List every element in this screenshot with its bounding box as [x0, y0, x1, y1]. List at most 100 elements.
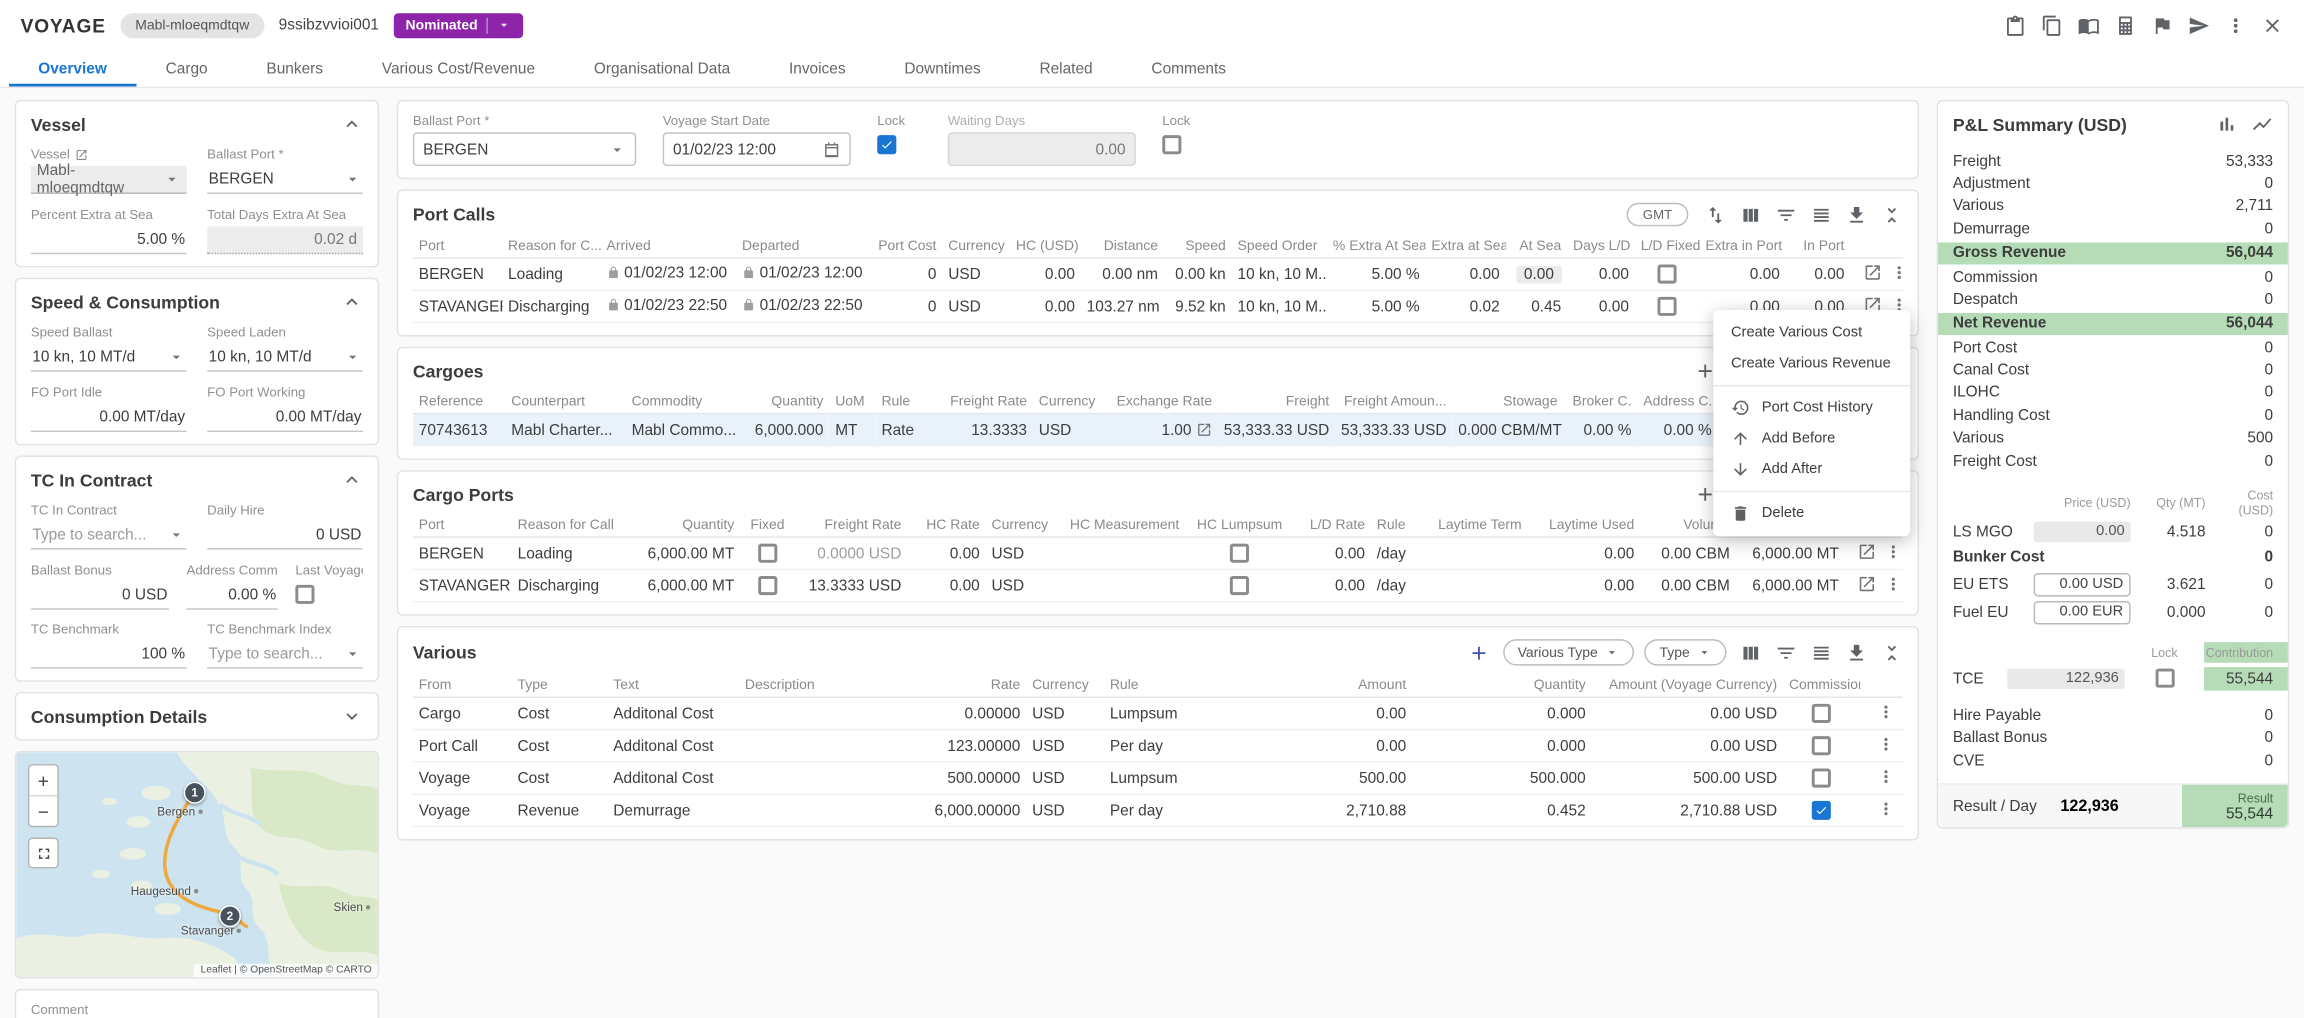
menu-item-add-before[interactable]: Add Before: [1713, 423, 1910, 454]
collapse-panel-icon[interactable]: [341, 113, 363, 135]
trend-chart-icon[interactable]: [2251, 113, 2273, 135]
fo-port-idle-input[interactable]: 0.00 MT/day: [31, 404, 187, 432]
column-header[interactable]: Quantity: [1412, 674, 1591, 697]
tc-in-contract-search-input[interactable]: Type to search...: [31, 522, 187, 550]
column-header[interactable]: Address C.: [1637, 391, 1717, 414]
collapse-icon[interactable]: [1881, 204, 1903, 226]
column-header[interactable]: HC (USD): [1010, 235, 1081, 258]
calendar-icon[interactable]: [823, 140, 841, 158]
lock-waiting-checkbox[interactable]: [1162, 136, 1181, 155]
open-in-new-icon[interactable]: [1196, 422, 1212, 438]
kebab-menu-icon[interactable]: [1884, 574, 1902, 593]
column-header[interactable]: Commodity: [626, 391, 743, 414]
zoom-in-button[interactable]: +: [29, 766, 57, 795]
lock-start-checkbox[interactable]: [877, 136, 896, 155]
table-row[interactable]: STAVANGERDischarging6,000.00 MT13.3333 U…: [413, 569, 1903, 601]
table-row[interactable]: CargoCostAdditonal Cost0.00000USDLumpsum…: [413, 697, 1903, 729]
menu-item-delete[interactable]: Delete: [1713, 498, 1910, 529]
table-row[interactable]: BERGENLoading6,000.00 MT0.0000 USD0.00US…: [413, 537, 1903, 569]
column-header[interactable]: Rule: [1371, 514, 1432, 537]
zoom-out-button[interactable]: −: [29, 796, 57, 825]
column-header[interactable]: Port Cost: [872, 235, 943, 258]
column-header[interactable]: At Sea: [1506, 235, 1568, 258]
close-icon[interactable]: [2261, 14, 2283, 36]
column-header[interactable]: Commission: [1783, 674, 1861, 697]
download-icon[interactable]: [1846, 641, 1868, 663]
column-header[interactable]: Currency: [986, 514, 1064, 537]
calculator-icon[interactable]: [2114, 14, 2136, 36]
emission-price-input[interactable]: 0.00 EUR: [2034, 601, 2131, 625]
checkbox[interactable]: [1230, 576, 1249, 595]
clipboard-icon[interactable]: [2004, 14, 2026, 36]
columns-icon[interactable]: [1740, 641, 1762, 663]
voyage-start-date-input[interactable]: 01/02/23 12:00: [663, 132, 851, 166]
checkbox[interactable]: [1658, 297, 1677, 316]
table-row[interactable]: STAVANGERDischarging01/02/23 22:5001/02/…: [413, 290, 1903, 322]
filter-chip-type[interactable]: Type: [1645, 639, 1727, 665]
column-header[interactable]: Fixed: [740, 514, 795, 537]
column-header[interactable]: Laytime Term: [1432, 514, 1538, 537]
open-in-new-icon[interactable]: [1858, 574, 1877, 593]
filter-chip-various-type[interactable]: Various Type: [1503, 639, 1635, 665]
fo-port-working-input[interactable]: 0.00 MT/day: [207, 404, 363, 432]
ballast-port-select[interactable]: BERGEN: [413, 132, 636, 166]
bar-chart-icon[interactable]: [2216, 113, 2238, 135]
column-header[interactable]: L/D Rate: [1289, 514, 1371, 537]
table-row[interactable]: VoyageCostAdditonal Cost500.00000USDLump…: [413, 762, 1903, 794]
column-header[interactable]: Currency: [1026, 674, 1104, 697]
table-row[interactable]: 70743613Mabl Charter...Mabl Commo...6,00…: [413, 414, 1903, 446]
column-header[interactable]: L/D Fixed: [1635, 235, 1700, 258]
open-in-new-icon[interactable]: [1864, 262, 1883, 281]
column-header[interactable]: Reference: [413, 391, 506, 414]
column-header[interactable]: Speed Order: [1232, 235, 1327, 258]
ballast-bonus-input[interactable]: 0 USD: [31, 582, 169, 610]
column-header[interactable]: Currency: [942, 235, 1010, 258]
column-header[interactable]: Freight Rate: [934, 391, 1033, 414]
tab-cargo[interactable]: Cargo: [136, 50, 237, 87]
checkbox[interactable]: [1812, 768, 1831, 787]
bunker-price-input[interactable]: 0.00: [2034, 521, 2131, 542]
column-header[interactable]: Exchange Rate: [1107, 391, 1218, 414]
status-badge[interactable]: Nominated: [394, 12, 523, 37]
last-voyage-checkbox[interactable]: [295, 585, 314, 604]
column-header[interactable]: Extra at Sea: [1426, 235, 1506, 258]
collapse-icon[interactable]: [1881, 641, 1903, 663]
column-header[interactable]: Freight: [1218, 391, 1335, 414]
kebab-menu-icon[interactable]: [1884, 541, 1902, 560]
column-header[interactable]: UoM: [829, 391, 875, 414]
tab-various-cost-revenue[interactable]: Various Cost/Revenue: [352, 50, 564, 87]
tab-organisational-data[interactable]: Organisational Data: [564, 50, 759, 87]
map-marker[interactable]: 1: [184, 782, 206, 804]
column-header[interactable]: Extra in Port: [1699, 235, 1785, 258]
gmt-chip[interactable]: GMT: [1627, 203, 1689, 227]
tab-comments[interactable]: Comments: [1122, 50, 1255, 87]
checkbox[interactable]: [1658, 264, 1677, 283]
map-panel[interactable]: 1 2 Bergen Haugesund Stavanger Skien + −…: [15, 751, 379, 979]
kebab-menu-icon[interactable]: [2225, 14, 2247, 36]
open-in-new-icon[interactable]: [1858, 541, 1877, 560]
table-row[interactable]: BERGENLoading01/02/23 12:0001/02/23 12:0…: [413, 258, 1903, 290]
vessel-select[interactable]: Mabl-mloeqmdtqw: [31, 166, 187, 194]
map-attribution[interactable]: Leaflet | © OpenStreetMap © CARTO: [195, 964, 378, 977]
column-header[interactable]: Rule: [876, 391, 935, 414]
column-header[interactable]: Freight Rate: [795, 514, 908, 537]
tc-benchmark-index-input[interactable]: Type to search...: [207, 641, 363, 669]
vessel-chip[interactable]: Mabl-mloeqmdtqw: [121, 12, 264, 37]
checkbox[interactable]: [758, 544, 777, 563]
menu-item-add-after[interactable]: Add After: [1713, 454, 1910, 485]
copy-icon[interactable]: [2041, 14, 2063, 36]
checkbox[interactable]: [1812, 704, 1831, 723]
menu-item-create-various-revenue[interactable]: Create Various Revenue: [1713, 348, 1910, 379]
tce-lock-checkbox[interactable]: [2155, 669, 2174, 688]
column-header[interactable]: Speed: [1164, 235, 1232, 258]
column-header[interactable]: Reason for C...: [502, 235, 600, 258]
column-header[interactable]: Counterpart: [505, 391, 625, 414]
menu-item-create-various-cost[interactable]: Create Various Cost: [1713, 317, 1910, 348]
column-header[interactable]: Amount (Voyage Currency): [1592, 674, 1783, 697]
density-icon[interactable]: [1810, 641, 1832, 663]
column-header[interactable]: Days L/D: [1567, 235, 1635, 258]
column-header[interactable]: Rate: [915, 674, 1026, 697]
column-header[interactable]: Port: [413, 514, 512, 537]
tc-benchmark-input[interactable]: 100 %: [31, 641, 187, 669]
checkbox[interactable]: [1812, 801, 1831, 820]
